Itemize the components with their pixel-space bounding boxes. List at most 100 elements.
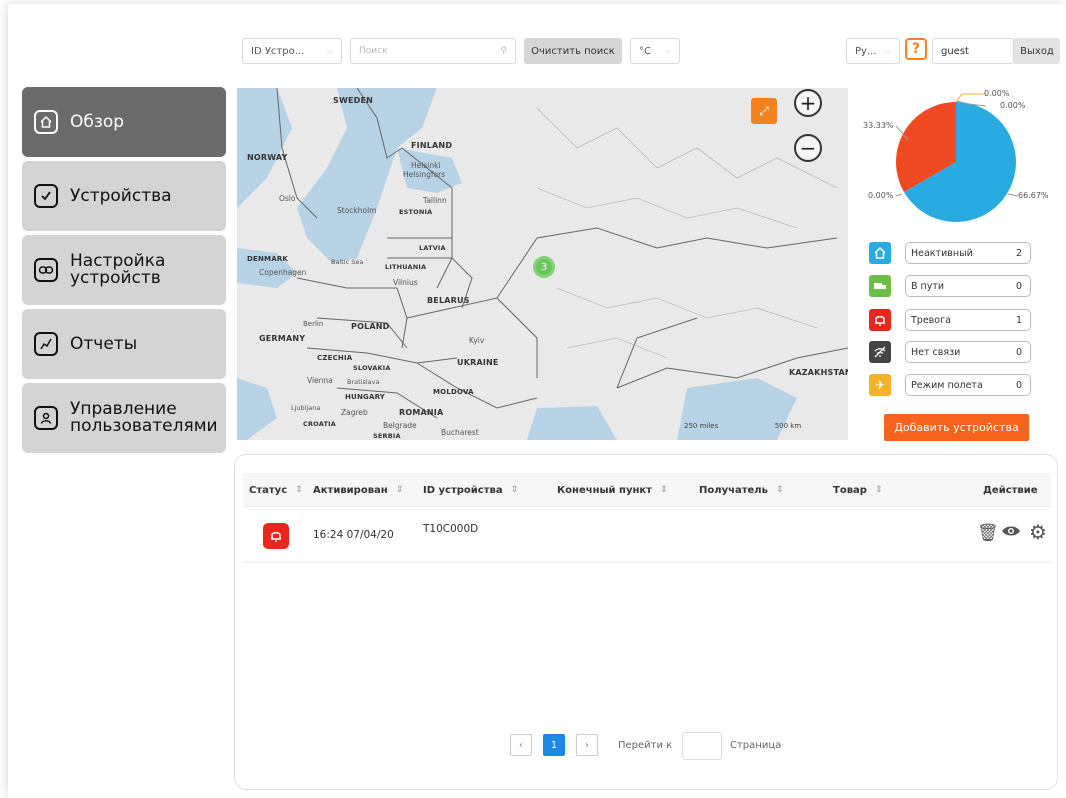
sort-icon: ⇕ [775,485,784,495]
column-header-action: Действие [983,484,1038,496]
home-icon [869,242,891,264]
map-country-label: CZECHIA [317,354,353,362]
map-city-label: Vienna [307,376,333,385]
column-header-status[interactable]: Статус ⇕ [249,473,303,507]
legend-count: 0 [1015,346,1022,358]
help-button[interactable]: ? [905,38,927,60]
pie-pct-label: 33.33% [863,121,894,130]
legend-item-in-transit[interactable]: В пути 0 [869,275,1031,297]
pie-pct-label: 0.00% [868,191,894,200]
sort-icon: ⇕ [659,485,668,495]
pie-svg [895,93,1019,222]
language-select[interactable]: Ру... ⌵ [846,38,900,64]
map-country-label: ESTONIA [399,208,433,216]
legend-box: Тревога 1 [905,309,1031,331]
legend-label: В пути [911,280,945,292]
map-country-label: ROMANIA [399,408,444,417]
map-country-label: SWEDEN [333,96,374,105]
link-icon [34,258,58,282]
map-city-label: Oslo [279,194,296,203]
page-label: Страница [730,740,782,751]
fullscreen-icon[interactable]: ⤢ [751,98,777,124]
legend-item-alarm[interactable]: Тревога 1 [869,309,1031,331]
top-toolbar: ID Устро... ⌵ Поиск ⚲ Очистить поиск °C … [242,38,1060,64]
map-country-label: CROATIA [303,420,336,428]
legend-count: 0 [1015,379,1022,391]
column-header-recipient[interactable]: Получатель ⇕ [699,473,783,507]
map-country-label: LATVIA [419,244,446,252]
column-header-device-id[interactable]: ID устройства ⇕ [423,473,518,507]
prev-page-button[interactable]: ‹ [510,734,532,756]
column-header-destination[interactable]: Конечный пункт ⇕ [557,473,668,507]
map-country-label: POLAND [351,322,390,331]
map-city-label: Baltic Sea [331,258,364,266]
current-page-button[interactable]: 1 [543,734,565,756]
temperature-unit-select[interactable]: °C ⌵ [630,38,680,64]
gear-icon[interactable]: ⚙ [1029,520,1047,544]
legend-box: Неактивный 2 [905,242,1031,264]
map-city-label: Helsingfors [403,170,446,179]
map-country-label: MOLDOVA [433,388,474,396]
sidebar-item-label: Настройка устройств [70,251,166,288]
cell-activated: 16:24 07/04/20 [313,529,394,541]
map-scale: 250 miles 500 km [684,422,801,430]
temperature-unit-value: °C [639,45,651,57]
column-header-goods[interactable]: Товар ⇕ [833,473,882,507]
map-country-label: SLOVAKIA [353,364,391,372]
map-city-label: Bratislava [347,378,380,386]
search-icon: ⚲ [500,46,507,56]
map-country-label: FINLAND [411,141,453,150]
truck-icon [869,275,891,297]
search-input[interactable]: Поиск ⚲ [350,38,516,64]
header-label: Активирован [313,484,388,496]
legend-item-no-connection[interactable]: Нет связи 0 [869,341,1031,363]
column-header-activated[interactable]: Активирован ⇕ [313,473,403,507]
sidebar-item-overview[interactable]: Обзор [22,87,226,157]
map-city-label: Kyiv [469,336,485,345]
pie-pct-label: 0.00% [1000,101,1026,110]
table-row[interactable]: 16:24 07/04/20 T10C000D 🗑 ⚙ [243,511,1051,563]
sidebar-item-label: Управление пользователями [70,399,218,436]
home-icon [34,110,58,134]
sidebar-item-reports[interactable]: Отчеты [22,309,226,379]
map-city-label: Bucharest [441,428,479,437]
map-country-label: KAZAKHSTAN [789,368,848,377]
logo-area [26,12,212,78]
header-label: Статус [249,484,288,496]
header-label: ID устройства [423,484,503,496]
bell-icon [869,309,891,331]
legend-box: В пути 0 [905,275,1031,297]
zoom-in-button[interactable]: + [794,89,822,117]
zoom-out-button[interactable]: − [794,134,822,162]
scale-miles: 250 miles [684,422,719,430]
next-page-button[interactable]: › [576,734,598,756]
map-cluster-marker[interactable]: 3 [533,256,555,278]
legend-item-inactive[interactable]: Неактивный 2 [869,242,1031,264]
goto-page-input[interactable] [682,732,722,760]
device-id-select[interactable]: ID Устро... ⌵ [242,38,342,64]
sidebar-item-devices[interactable]: Устройства [22,161,226,231]
map-city-label: Berlin [303,320,324,328]
sidebar-item-device-settings[interactable]: Настройка устройств [22,235,226,305]
check-icon [34,184,58,208]
logout-button[interactable]: Выход [1014,38,1060,64]
map-city-label: Ljubljana [291,404,321,412]
eye-icon[interactable] [1001,523,1021,543]
add-devices-button[interactable]: Добавить устройства [884,414,1029,441]
map-city-label: Tallinn [423,196,447,205]
legend-label: Режим полета [911,379,983,391]
clear-search-button[interactable]: Очистить поиск [524,38,622,64]
sidebar-item-user-management[interactable]: Управление пользователями [22,383,226,453]
map-country-label: UKRAINE [457,358,499,367]
trash-icon[interactable]: 🗑 [977,523,999,543]
map-country-label: HUNGARY [345,393,386,401]
chart-icon [34,332,58,356]
legend-item-flight-mode[interactable]: ✈ Режим полета 0 [869,374,1031,396]
chevron-down-icon: ⌵ [664,46,671,55]
map-country-label: NORWAY [247,153,288,162]
chevron-down-icon: ⌵ [326,46,333,55]
legend-box: Режим полета 0 [905,374,1031,396]
plane-icon: ✈ [869,374,891,396]
map-city-label: Helsinki [411,161,441,170]
search-placeholder: Поиск [359,46,388,56]
